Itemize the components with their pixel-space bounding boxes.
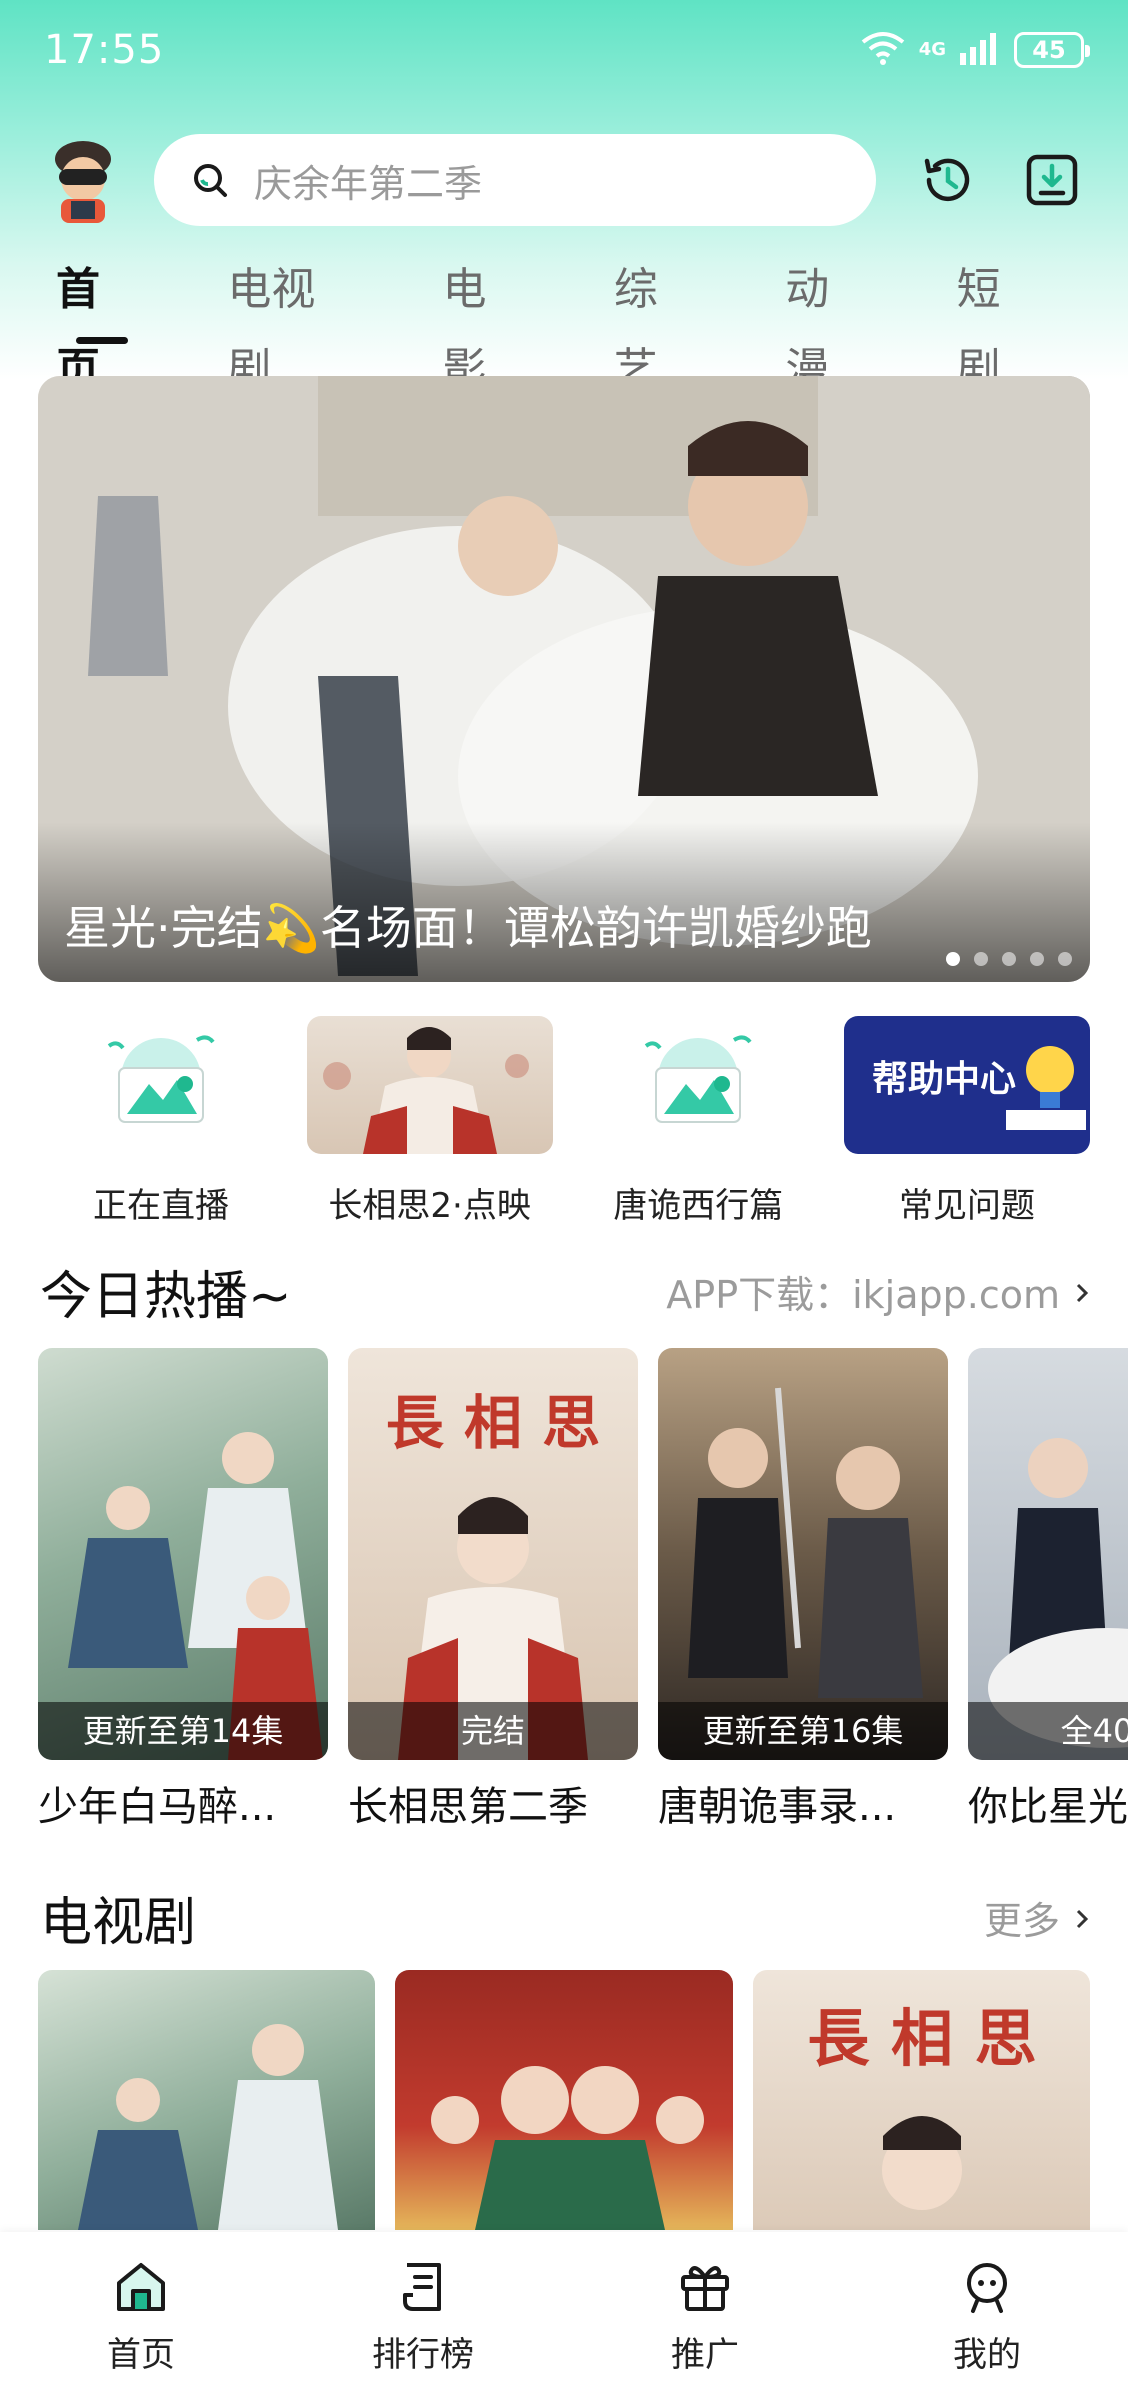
status-time: 17:55 [44, 27, 165, 73]
profile-icon [957, 2257, 1017, 2317]
poster-image [431, 2066, 705, 2230]
tv-section-header: 电视剧 更多 [40, 1880, 1090, 1955]
pagination-dot[interactable] [1058, 952, 1072, 966]
search-placeholder: 庆余年第二季 [254, 161, 483, 206]
shortcut-label: 唐诡西行篇 [613, 1186, 784, 1226]
history-icon[interactable] [916, 148, 980, 212]
more-link[interactable]: 更多 [984, 1890, 1090, 1945]
live-icon [575, 1016, 821, 1154]
pagination-dot[interactable] [946, 952, 960, 966]
shortcut-live[interactable]: 正在直播 [38, 1016, 284, 1246]
nav-label: 首页 [107, 2334, 175, 2375]
battery-indicator: 45 [1014, 32, 1090, 68]
app-download-link[interactable]: APP下载：ikjapp.com [666, 1264, 1090, 1319]
poster-image: 全40集 [968, 1348, 1128, 1760]
episode-badge: 全40集 [968, 1702, 1128, 1760]
tab-anime[interactable]: 动漫 [785, 250, 872, 395]
lightbulb-icon [1005, 1046, 1086, 1130]
svg-text:長 相 思: 長 相 思 [386, 1389, 600, 1457]
hot-section-header: 今日热播~ APP下载：ikjapp.com [40, 1254, 1090, 1329]
tv-item[interactable] [395, 1970, 733, 2230]
shortcut-label: 常见问题 [898, 1186, 1035, 1226]
pagination-dot[interactable] [1030, 952, 1044, 966]
tab-tv-series[interactable]: 电视剧 [227, 250, 358, 395]
poster-image [78, 2024, 338, 2230]
header: 庆余年第二季 [0, 130, 1128, 230]
hot-section-title: 今日热播~ [40, 1267, 292, 1327]
tab-movies[interactable]: 电影 [442, 250, 529, 395]
nav-label: 排行榜 [372, 2334, 474, 2375]
tv-item[interactable]: 長 相 思 [752, 1970, 1090, 2230]
banner-title: 星光·完结💫名场面！谭松韵许凯婚纱跑 [64, 901, 872, 955]
nav-label: 我的 [953, 2334, 1021, 2375]
chevron-right-icon [1074, 1270, 1090, 1314]
poster-thumb [306, 1016, 553, 1154]
shortcut-tang-journey[interactable]: 唐诡西行篇 [575, 1016, 821, 1246]
shortcut-lovelike2[interactable]: 长相思2·点映 [306, 1016, 553, 1246]
live-icon [38, 1016, 284, 1154]
shortcut-row: 正在直播 长相思2·点映 唐诡西行篇 帮助中心 常见问题 [38, 1016, 1090, 1246]
avatar[interactable] [40, 137, 126, 223]
shortcut-label: 正在直播 [93, 1186, 229, 1226]
item-title: 少年白马醉... [38, 1784, 277, 1828]
tv-carousel: 長 相 思 [38, 1970, 1090, 2230]
episode-badge: 完结 [348, 1702, 638, 1760]
hero-banner[interactable]: 星光·完结💫名场面！谭松韵许凯婚纱跑 [38, 376, 1090, 982]
download-icon[interactable] [1020, 148, 1084, 212]
tv-item[interactable] [38, 1970, 376, 2230]
status-icons: 4G 45 [861, 30, 1090, 70]
search-icon [194, 164, 227, 197]
hot-item[interactable]: 更新至第14集 少年白马醉... [38, 1348, 328, 1828]
hot-carousel: 更新至第14集 少年白马醉... 長 相 思 完结 长相思第二季 更新至第16集… [38, 1348, 1128, 1828]
wifi-icon [861, 30, 905, 70]
shortcut-faq[interactable]: 帮助中心 常见问题 [843, 1016, 1090, 1246]
nav-ranking[interactable]: 排行榜 [323, 2257, 523, 2376]
search-bar[interactable]: 庆余年第二季 [154, 134, 876, 226]
poster-image: 更新至第14集 [38, 1348, 328, 1760]
pagination-dot[interactable] [974, 952, 988, 966]
network-type: 4G [918, 39, 946, 60]
tv-section-title: 电视剧 [40, 1893, 197, 1953]
poster-image: 長 相 思 [807, 2002, 1036, 2210]
signal-icon [960, 31, 1000, 69]
banner-pagination [946, 952, 1072, 966]
episode-badge: 更新至第16集 [658, 1702, 948, 1760]
hot-item[interactable]: 長 相 思 完结 长相思第二季 [348, 1348, 638, 1828]
hot-item[interactable]: 更新至第16集 唐朝诡事录... [658, 1348, 948, 1828]
more-text: 更多 [983, 1899, 1060, 1943]
help-center-thumb-text: 帮助中心 [871, 1059, 1016, 1100]
nav-label: 推广 [671, 2334, 739, 2375]
pagination-dot[interactable] [1002, 952, 1016, 966]
shortcut-label: 长相思2·点映 [328, 1186, 531, 1226]
bottom-navigation: 首页 排行榜 推广 我的 [0, 2232, 1128, 2400]
poster-image: 更新至第16集 [658, 1348, 948, 1760]
tab-home[interactable]: 首页 [56, 250, 143, 395]
tab-variety[interactable]: 综艺 [614, 250, 701, 395]
episode-badge: 更新至第14集 [38, 1702, 328, 1760]
nav-profile[interactable]: 我的 [887, 2257, 1087, 2376]
item-title: 你比星光 [968, 1784, 1128, 1828]
category-tabs: 首页 电视剧 电影 综艺 动漫 短剧 [0, 250, 1128, 395]
home-icon [111, 2257, 171, 2317]
ranking-icon [393, 2257, 453, 2317]
tab-short-drama[interactable]: 短剧 [957, 250, 1044, 395]
gift-icon [675, 2257, 735, 2317]
chevron-right-icon [1074, 1896, 1090, 1940]
poster-image: 長 相 思 完结 [348, 1348, 638, 1760]
item-title: 唐朝诡事录... [658, 1784, 897, 1828]
item-title: 长相思第二季 [348, 1784, 588, 1828]
nav-home[interactable]: 首页 [41, 2257, 241, 2376]
hot-item[interactable]: 全40集 你比星光 [968, 1348, 1128, 1828]
status-bar: 17:55 4G 45 [0, 0, 1128, 100]
app-download-text: APP下载：ikjapp.com [666, 1273, 1060, 1317]
help-center-thumb: 帮助中心 [843, 1016, 1090, 1154]
nav-promotion[interactable]: 推广 [605, 2257, 805, 2376]
svg-text:長 相 思: 長 相 思 [807, 2002, 1036, 2075]
